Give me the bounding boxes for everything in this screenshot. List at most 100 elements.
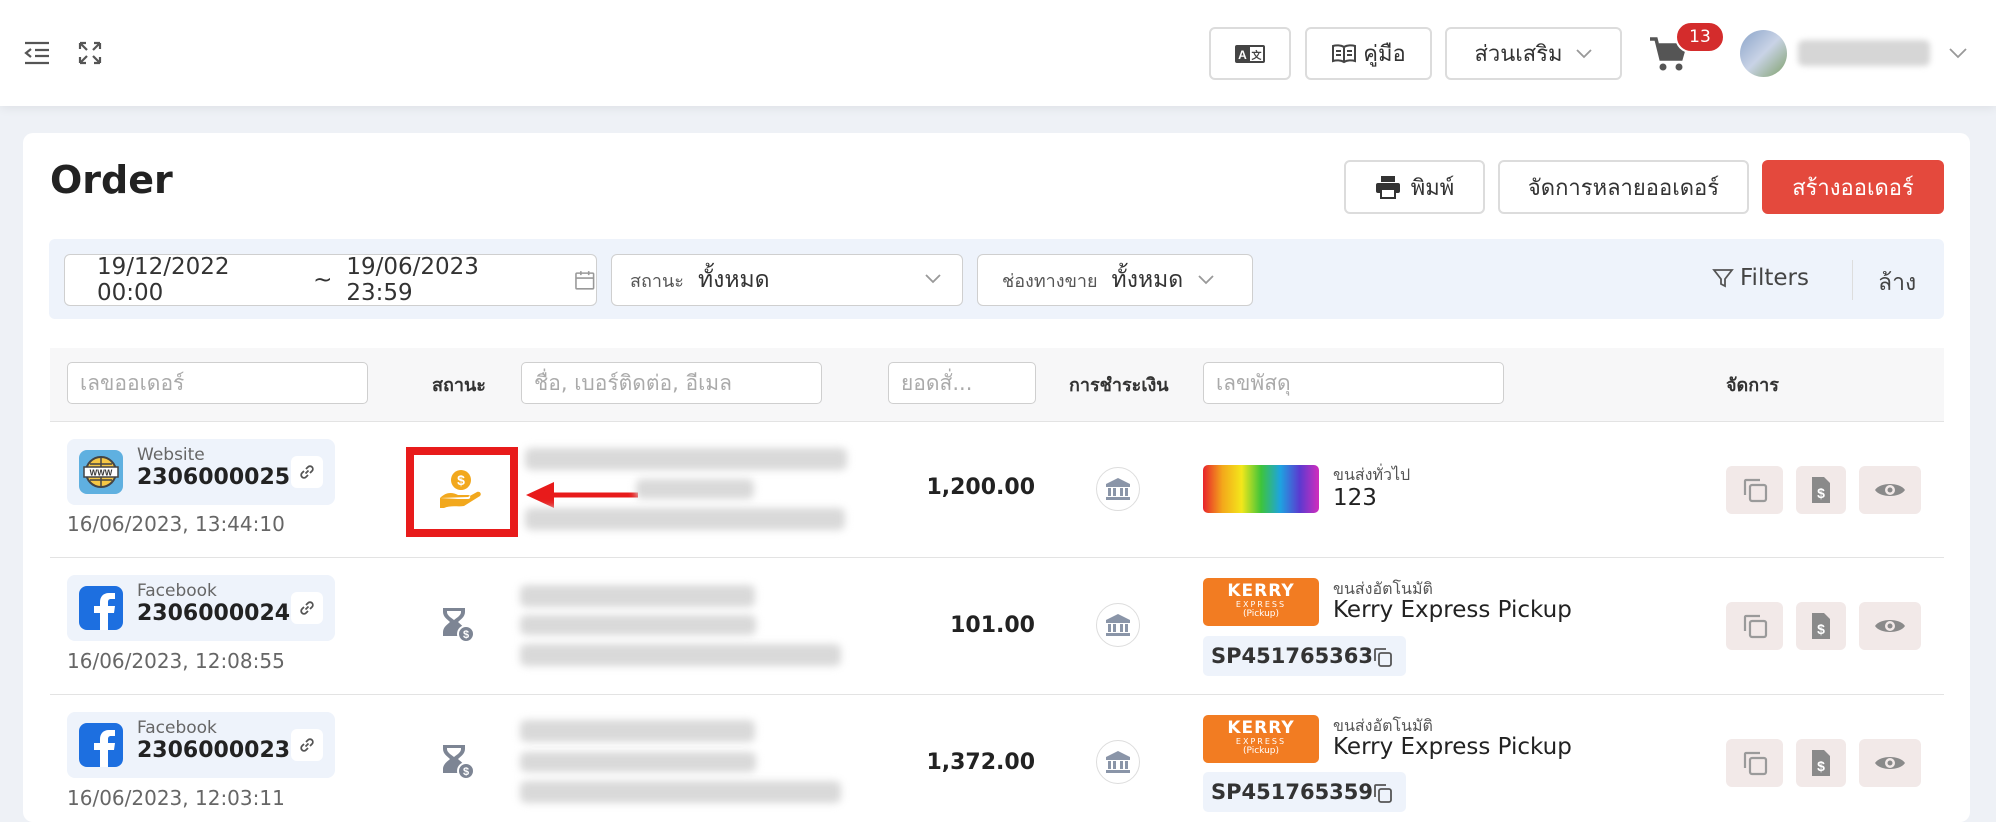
- pending-payment-hourglass-icon[interactable]: $: [441, 607, 475, 647]
- addons-label: ส่วนเสริม: [1474, 42, 1563, 67]
- date-end: 19/06/2023 23:59: [346, 254, 479, 306]
- date-start: 19/12/2022 00:00: [97, 254, 230, 306]
- copy-icon: [1743, 478, 1767, 503]
- order-source: Website: [137, 445, 205, 465]
- user-name-blurred[interactable]: [1798, 40, 1930, 66]
- translate-icon: A文: [1235, 44, 1265, 63]
- total-search-input[interactable]: ยอดสั่...: [888, 362, 1036, 404]
- manual-button[interactable]: คู่มือ: [1305, 27, 1432, 80]
- collapse-sidebar-icon[interactable]: [22, 38, 52, 68]
- status-filter-select[interactable]: สถานะ ทั้งหมด: [611, 254, 963, 306]
- status-column-header: สถานะ: [432, 375, 486, 396]
- paid-hand-coin-icon[interactable]: $: [438, 468, 484, 514]
- status-filter-value: ทั้งหมด: [697, 267, 770, 293]
- tracking-number: SP451765363: [1211, 644, 1374, 668]
- fullscreen-icon[interactable]: [75, 38, 105, 68]
- customer-email-blurred: [525, 508, 845, 530]
- order-amount: 1,200.00: [926, 475, 1035, 500]
- link-icon[interactable]: [291, 729, 323, 761]
- order-datetime: 16/06/2023, 12:03:11: [67, 786, 285, 810]
- view-order-button[interactable]: [1859, 739, 1921, 787]
- kerry-express-logo: KERRY EXPRESS (Pickup): [1203, 715, 1319, 763]
- customer-name-blurred: [520, 720, 755, 742]
- customer-search-input[interactable]: ชื่อ, เบอร์ติดต่อ, อีเมล: [521, 362, 822, 404]
- payment-column-header: การชำระเงิน: [1069, 375, 1169, 396]
- customer-name-blurred: [525, 448, 847, 470]
- svg-text:$: $: [457, 472, 465, 488]
- tracking-number-chip: SP451765363: [1203, 636, 1406, 676]
- cart-count-badge: 13: [1675, 21, 1725, 53]
- user-menu-chevron-icon[interactable]: [1948, 46, 1968, 65]
- order-amount: 101.00: [950, 613, 1035, 638]
- filters-label: Filters: [1740, 265, 1809, 291]
- invoice-button[interactable]: $: [1796, 739, 1846, 787]
- addons-dropdown[interactable]: ส่วนเสริม: [1445, 27, 1622, 80]
- actions-column-header: จัดการ: [1726, 375, 1779, 396]
- copy-tracking-icon[interactable]: [1372, 782, 1394, 809]
- order-number[interactable]: 2306000025: [137, 465, 290, 490]
- link-icon[interactable]: [291, 592, 323, 624]
- customer-name-blurred: [520, 585, 755, 607]
- customer-email-blurred: [520, 781, 841, 803]
- svg-text:$: $: [1817, 485, 1825, 501]
- eye-icon: [1875, 484, 1905, 496]
- order-amount: 1,372.00: [926, 750, 1035, 775]
- bulk-manage-label: จัดการหลายออเดอร์: [1527, 175, 1720, 201]
- copy-tracking-icon[interactable]: [1372, 646, 1394, 673]
- channel-filter-value: ทั้งหมด: [1111, 267, 1184, 293]
- filter-icon: [1712, 269, 1734, 288]
- view-order-button[interactable]: [1859, 602, 1921, 650]
- shipping-name: Kerry Express Pickup: [1333, 597, 1572, 623]
- invoice-icon: $: [1812, 750, 1830, 776]
- divider: [1852, 260, 1853, 300]
- svg-text:$: $: [1817, 758, 1825, 774]
- invoice-button[interactable]: $: [1796, 466, 1846, 514]
- copy-order-button[interactable]: [1726, 739, 1783, 787]
- customer-phone-blurred: [520, 752, 756, 772]
- view-order-button[interactable]: [1859, 466, 1921, 514]
- bank-icon[interactable]: [1096, 740, 1140, 784]
- kerry-tag: (Pickup): [1242, 746, 1280, 756]
- filters-button[interactable]: Filters: [1712, 265, 1809, 291]
- order-id-chip: Facebook 2306000023: [67, 712, 335, 778]
- channel-filter-label: ช่องทางขาย: [1002, 270, 1098, 292]
- bulk-manage-button[interactable]: จัดการหลายออเดอร์: [1498, 160, 1749, 214]
- print-button[interactable]: พิมพ์: [1344, 160, 1485, 214]
- avatar[interactable]: [1740, 30, 1787, 77]
- website-icon: WWW: [79, 450, 123, 494]
- copy-order-button[interactable]: [1726, 602, 1783, 650]
- copy-icon: [1743, 614, 1767, 639]
- date-separator: ~: [313, 267, 333, 293]
- order-number-search-input[interactable]: เลขออเดอร์: [67, 362, 368, 404]
- book-icon: [1332, 43, 1357, 63]
- order-number[interactable]: 2306000023: [137, 738, 290, 763]
- channel-filter-select[interactable]: ช่องทางขาย ทั้งหมด: [977, 254, 1253, 306]
- customer-email-blurred: [520, 644, 841, 666]
- order-datetime: 16/06/2023, 13:44:10: [67, 512, 285, 536]
- shipping-name: Kerry Express Pickup: [1333, 734, 1572, 760]
- tracking-number: SP451765359: [1211, 780, 1374, 804]
- svg-text:$: $: [1817, 621, 1825, 637]
- copy-icon: [1743, 751, 1767, 776]
- order-number[interactable]: 2306000024: [137, 601, 290, 626]
- kerry-tag: (Pickup): [1242, 609, 1280, 619]
- create-order-button[interactable]: สร้างออเดอร์: [1762, 160, 1944, 214]
- copy-order-button[interactable]: [1726, 466, 1783, 514]
- pending-payment-hourglass-icon[interactable]: $: [441, 744, 475, 784]
- invoice-button[interactable]: $: [1796, 602, 1846, 650]
- bank-icon[interactable]: [1096, 467, 1140, 511]
- chevron-down-icon: [925, 274, 941, 284]
- eye-icon: [1875, 757, 1905, 769]
- bank-icon[interactable]: [1096, 603, 1140, 647]
- facebook-icon: [79, 723, 123, 767]
- link-icon[interactable]: [291, 456, 323, 488]
- top-bar: [0, 0, 1996, 106]
- order-datetime: 16/06/2023, 12:08:55: [67, 649, 285, 673]
- tracking-search-input[interactable]: เลขพัสดุ: [1203, 362, 1504, 404]
- order-id-chip: Facebook 2306000024: [67, 575, 335, 641]
- kerry-sub: EXPRESS: [1235, 737, 1287, 746]
- customer-phone-blurred: [636, 479, 754, 499]
- language-button[interactable]: A文: [1209, 27, 1291, 80]
- date-range-picker[interactable]: 19/12/2022 00:00 ~ 19/06/2023 23:59: [64, 254, 597, 306]
- clear-filters-button[interactable]: ล้าง: [1878, 265, 1916, 301]
